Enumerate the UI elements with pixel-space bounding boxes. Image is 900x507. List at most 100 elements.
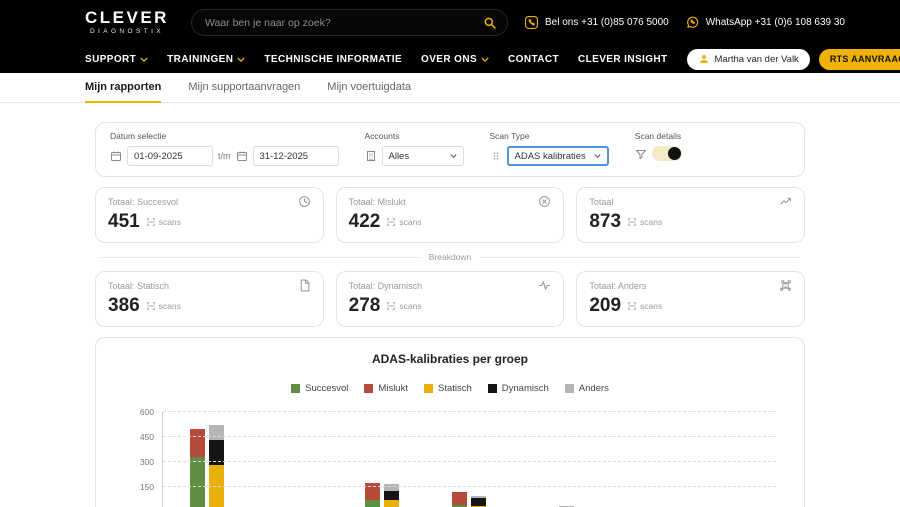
bar-segment: [384, 484, 399, 492]
tab-mijn-supportaanvragen[interactable]: Mijn supportaanvragen: [188, 73, 300, 103]
bar-segment: [365, 500, 380, 507]
stat-card-totaal: Totaal 873 scans: [576, 187, 805, 243]
phone-label: Bel ons +31 (0)85 076 5000: [545, 17, 669, 28]
accounts-filter-label: Accounts: [365, 131, 464, 141]
y-tick-label: 600: [140, 407, 154, 417]
calendar-icon: [110, 150, 122, 162]
scan-icon: [146, 217, 156, 227]
tab-bar: Mijn rapporten Mijn supportaanvragen Mij…: [0, 73, 900, 103]
stat-value: 278: [349, 295, 381, 317]
nav-item-trainingen[interactable]: TRAININGEN: [167, 54, 245, 65]
stat-unit: scans: [627, 301, 662, 311]
stat-label: Totaal: Anders: [589, 281, 646, 291]
stat-value: 209: [589, 295, 621, 317]
y-tick-label: 300: [140, 457, 154, 467]
nav-item-label: TECHNISCHE INFORMATIE: [264, 54, 402, 65]
stat-unit: scans: [386, 301, 421, 311]
nav-item-clever-insight[interactable]: CLEVER INSIGHT: [578, 54, 668, 65]
bar-groups: [163, 412, 776, 507]
nav-item-over-ons[interactable]: OVER ONS: [421, 54, 489, 65]
nav-item-label: CLEVER INSIGHT: [578, 54, 668, 65]
stacked-bar: [471, 496, 486, 507]
nav-item-label: CONTACT: [508, 54, 559, 65]
search-bar: [191, 9, 508, 36]
chart-card: ADAS-kalibraties per groep Succesvol Misl…: [95, 337, 805, 507]
legend-label: Succesvol: [305, 383, 348, 394]
logo-subtitle: DIAGNOSTIX: [90, 29, 164, 36]
scan-type-select[interactable]: ADAS kalibraties: [507, 146, 609, 166]
whatsapp-link[interactable]: WhatsApp +31 (0)6 108 639 30: [685, 15, 845, 30]
bar-segment: [384, 500, 399, 507]
nav-item-label: SUPPORT: [85, 54, 136, 65]
phone-link[interactable]: Bel ons +31 (0)85 076 5000: [524, 15, 669, 30]
whatsapp-icon: [685, 15, 700, 30]
bar-segment: [384, 491, 399, 500]
chart-legend: SuccesvolMisluktStatischDynamischAnders: [112, 383, 788, 394]
scan-type-select-value: ADAS kalibraties: [515, 151, 586, 162]
rts-aanvraag-button[interactable]: RTS AANVRAAG: [819, 49, 900, 70]
user-menu[interactable]: Martha van der Valk: [687, 49, 810, 70]
tab-mijn-rapporten[interactable]: Mijn rapporten: [85, 73, 161, 103]
nav-item-support[interactable]: SUPPORT: [85, 54, 148, 65]
legend-swatch: [424, 384, 433, 393]
search-icon[interactable]: [483, 16, 497, 30]
bar-group: [452, 492, 486, 507]
legend-label: Anders: [579, 383, 609, 394]
bar-segment: [452, 492, 467, 505]
stat-value: 451: [108, 211, 140, 233]
legend-swatch: [488, 384, 497, 393]
scan-icon: [146, 301, 156, 311]
bar-segment: [209, 425, 224, 440]
chart-plot: 0150300450600: [162, 412, 776, 507]
trend-up-icon: [779, 195, 792, 208]
scan-details-toggle[interactable]: [652, 146, 682, 161]
whatsapp-label: WhatsApp +31 (0)6 108 639 30: [706, 17, 845, 28]
legend-item: Mislukt: [364, 383, 408, 394]
stat-label: Totaal: Statisch: [108, 281, 169, 291]
logo[interactable]: CLEVER DIAGNOSTIX: [85, 9, 169, 36]
scan-icon: [627, 217, 637, 227]
nav-item-label: OVER ONS: [421, 54, 477, 65]
stat-value: 386: [108, 295, 140, 317]
nav-item-technische-informatie[interactable]: TECHNISCHE INFORMATIE: [264, 54, 402, 65]
legend-item: Anders: [565, 383, 609, 394]
user-icon: [698, 53, 710, 65]
stat-unit: scans: [386, 217, 421, 227]
stat-label: Totaal: Succesvol: [108, 197, 178, 207]
scan-icon: [386, 217, 396, 227]
tab-mijn-voertuigdata[interactable]: Mijn voertuigdata: [327, 73, 411, 103]
bar-segment: [471, 498, 486, 506]
legend-item: Statisch: [424, 383, 472, 394]
stat-unit: scans: [627, 217, 662, 227]
chevron-down-icon: [481, 57, 489, 62]
drag-handle-icon: [490, 150, 502, 162]
legend-label: Mislukt: [378, 383, 408, 394]
chevron-down-icon: [140, 57, 148, 62]
scan-type-filter-label: Scan Type: [490, 131, 609, 141]
bar-segment: [190, 429, 205, 457]
date-to-input[interactable]: [253, 146, 339, 166]
scan-icon: [386, 301, 396, 311]
date-from-input[interactable]: [127, 146, 213, 166]
gridline: [163, 436, 776, 437]
page: CLEVER DIAGNOSTIX Bel ons +31 (0)85 076 …: [0, 0, 900, 507]
nav-item-contact[interactable]: CONTACT: [508, 54, 559, 65]
stat-value: 873: [589, 211, 621, 233]
search-input[interactable]: [205, 17, 483, 29]
legend-swatch: [364, 384, 373, 393]
logo-title: CLEVER: [85, 9, 169, 26]
chart-title: ADAS-kalibraties per groep: [112, 352, 788, 366]
stat-unit: scans: [146, 217, 181, 227]
legend-label: Statisch: [438, 383, 472, 394]
stacked-bar: [190, 429, 205, 507]
stats-row-2: Totaal: Statisch 386 scans Totaal: Dynam…: [95, 271, 805, 327]
gridline: [163, 461, 776, 462]
command-icon: [779, 279, 792, 292]
filter-bar: Datum selectie t/m Accounts Alles: [95, 122, 805, 177]
stats-row-1: Totaal: Succesvol 451 scans Totaal: Misl…: [95, 187, 805, 243]
building-icon: [365, 150, 377, 162]
y-tick-label: 450: [140, 432, 154, 442]
accounts-select[interactable]: Alles: [382, 146, 464, 166]
scan-type-filter: Scan Type ADAS kalibraties: [490, 131, 609, 166]
accounts-select-value: Alles: [389, 151, 410, 162]
